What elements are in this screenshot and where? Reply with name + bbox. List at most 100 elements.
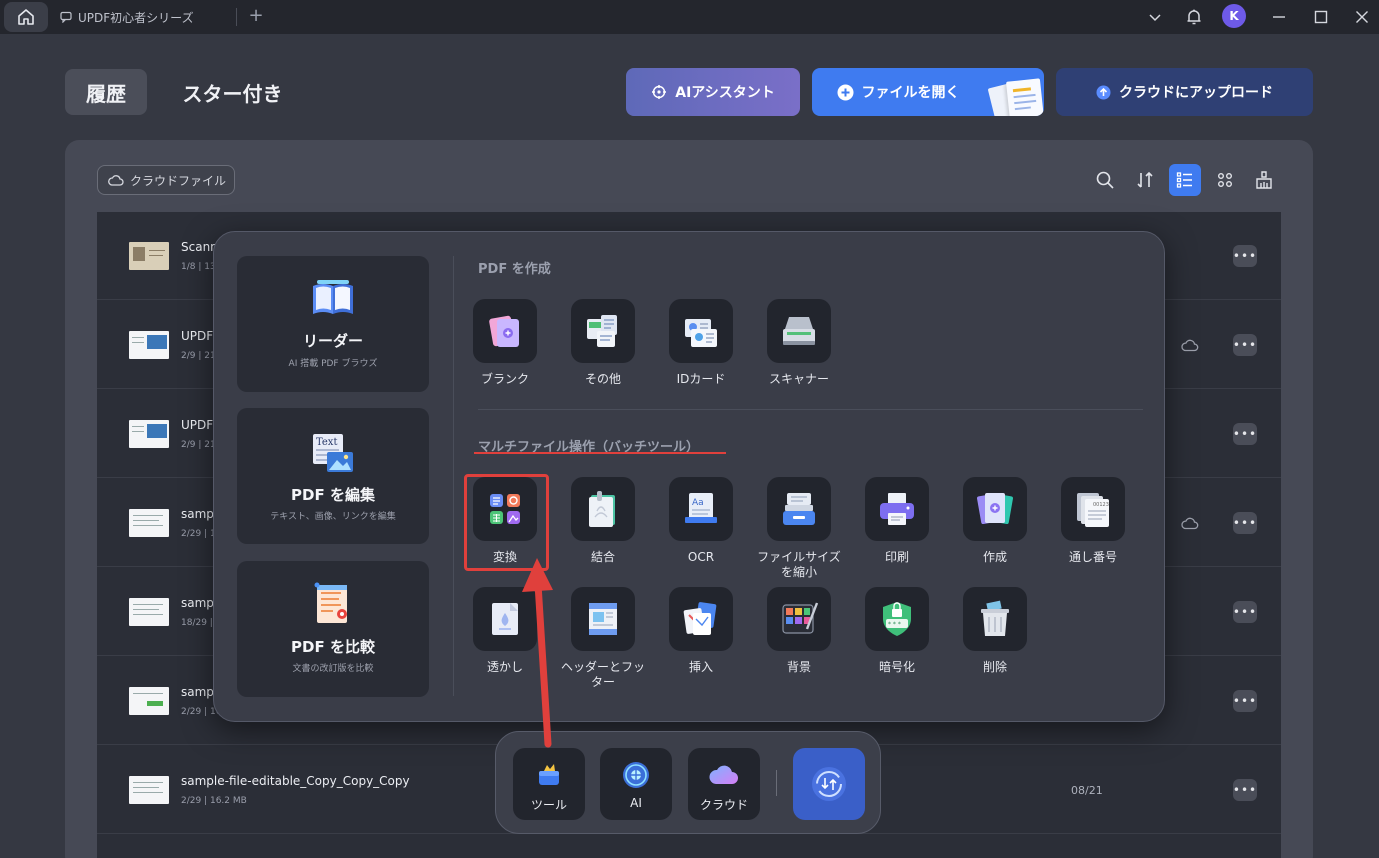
- reader-card[interactable]: リーダー AI 搭載 PDF ブラウズ: [237, 256, 429, 392]
- file-thumbnail: [129, 687, 169, 715]
- sync-dock-button[interactable]: [793, 748, 865, 820]
- cloud-dock-button[interactable]: クラウド: [688, 748, 760, 820]
- cloud-icon: [1181, 517, 1199, 530]
- header-footer-label: ヘッダーとフッター: [560, 660, 645, 689]
- background-tool[interactable]: [767, 587, 831, 651]
- more-button[interactable]: •••: [1233, 334, 1257, 356]
- scanner-label: スキャナー: [768, 372, 829, 386]
- header-footer-tool[interactable]: [571, 587, 635, 651]
- convert-highlight-box: [464, 474, 549, 571]
- file-meta: 2/29 | 16.2 MB: [181, 796, 247, 806]
- compress-label: ファイルサイズを縮小: [757, 550, 841, 579]
- other-label: その他: [584, 372, 621, 386]
- insert-tool[interactable]: [669, 587, 733, 651]
- tab-starred[interactable]: スター付き: [170, 69, 295, 115]
- create-pdf-section-title: PDF を作成: [478, 262, 551, 277]
- maximize-icon[interactable]: [1310, 6, 1332, 28]
- ai-assistant-label: AIアシスタント: [675, 85, 775, 101]
- file-name: sample-file-editable_Copy_Copy_Copy: [181, 774, 410, 788]
- file-thumbnail: [129, 331, 169, 359]
- cloud-files-filter[interactable]: クラウドファイル: [97, 165, 235, 195]
- other-tool[interactable]: [571, 299, 635, 363]
- ai-assistant-button[interactable]: AIアシスタント: [626, 68, 800, 116]
- more-button[interactable]: •••: [1233, 690, 1257, 712]
- cloud-icon: [108, 175, 124, 186]
- ocr-label: OCR: [687, 550, 715, 564]
- dock-separator: [776, 770, 777, 796]
- svg-text:00123: 00123: [1093, 502, 1109, 508]
- id-card-tool[interactable]: [669, 299, 733, 363]
- blank-tool[interactable]: [473, 299, 537, 363]
- svg-text:Aa: Aa: [692, 498, 704, 508]
- create-label: 作成: [982, 550, 1007, 564]
- header-footer-icon: [589, 603, 617, 635]
- watermark-tool[interactable]: [473, 587, 537, 651]
- encrypt-tool[interactable]: * * *: [865, 587, 929, 651]
- document-tab[interactable]: UPDF初心者シリーズ: [52, 2, 236, 32]
- encrypt-label: 暗号化: [878, 660, 915, 674]
- file-thumbnail: [129, 420, 169, 448]
- plus-circle-icon: [837, 84, 853, 100]
- grid-view-icon[interactable]: [1209, 164, 1241, 196]
- tools-dock-button[interactable]: ツール: [513, 748, 585, 820]
- ai-dock-label: AI: [630, 796, 642, 810]
- close-icon[interactable]: [1351, 6, 1373, 28]
- ai-icon: [652, 85, 667, 99]
- file-thumbnail: [129, 776, 169, 804]
- edit-pdf-title: PDF を編集: [291, 486, 375, 504]
- divider: [478, 409, 1143, 410]
- chevron-down-icon[interactable]: [1144, 6, 1166, 28]
- compress-tool[interactable]: [767, 477, 831, 541]
- bates-numbering-tool[interactable]: 00123: [1061, 477, 1125, 541]
- sort-icon[interactable]: [1129, 164, 1161, 196]
- file-meta: 2/9 | 21: [181, 440, 216, 450]
- watermark-icon: [492, 603, 518, 635]
- upload-icon: [1096, 85, 1111, 99]
- combine-tool[interactable]: [571, 477, 635, 541]
- print-tool[interactable]: [865, 477, 929, 541]
- tools-dock-label: ツール: [530, 798, 567, 812]
- scanner-tool[interactable]: [767, 299, 831, 363]
- bell-icon[interactable]: [1183, 6, 1205, 28]
- print-label: 印刷: [884, 550, 909, 564]
- avatar[interactable]: K: [1222, 4, 1246, 28]
- cloud-icon: [709, 765, 738, 784]
- cloud-icon: [1181, 339, 1199, 352]
- clean-icon[interactable]: [1248, 164, 1280, 196]
- edit-pdf-subtitle: テキスト、画像、リンクを編集: [270, 512, 396, 522]
- background-icon: [782, 602, 819, 634]
- document-sheet: [1006, 78, 1044, 116]
- file-name: UPDF: [181, 329, 214, 343]
- more-button[interactable]: •••: [1233, 601, 1257, 623]
- minimize-icon[interactable]: [1268, 6, 1290, 28]
- more-button[interactable]: •••: [1233, 779, 1257, 801]
- new-tab-button[interactable]: +: [246, 5, 266, 27]
- file-name: UPDF: [181, 418, 214, 432]
- id-card-icon: [685, 319, 717, 347]
- list-view-icon[interactable]: [1169, 164, 1201, 196]
- bates-numbering-label: 通し番号: [1068, 550, 1117, 564]
- tab-history[interactable]: 履歴: [65, 69, 147, 115]
- file-thumbnail: [129, 598, 169, 626]
- divider: [453, 256, 454, 696]
- open-file-button[interactable]: ファイルを開く: [812, 68, 1044, 116]
- sync-icon: [812, 767, 846, 801]
- reader-title: リーダー: [302, 332, 363, 350]
- more-button[interactable]: •••: [1233, 512, 1257, 534]
- combine-icon: [589, 491, 615, 527]
- more-button[interactable]: •••: [1233, 245, 1257, 267]
- ai-dock-button[interactable]: AI: [600, 748, 672, 820]
- delete-tool[interactable]: [963, 587, 1027, 651]
- edit-text-icon: Text: [313, 434, 353, 472]
- more-button[interactable]: •••: [1233, 423, 1257, 445]
- id-card-label: IDカード: [676, 372, 726, 386]
- ocr-tool[interactable]: Aa: [669, 477, 733, 541]
- cloud-upload-label: クラウドにアップロード: [1119, 85, 1273, 101]
- compare-pdf-card[interactable]: PDF を比較 文書の改訂版を比較: [237, 561, 429, 697]
- file-thumbnail: [129, 509, 169, 537]
- home-button[interactable]: [4, 2, 48, 32]
- create-tool[interactable]: [963, 477, 1027, 541]
- search-icon[interactable]: [1089, 164, 1121, 196]
- edit-pdf-card[interactable]: Text PDF を編集 テキスト、画像、リンクを編集: [237, 408, 429, 544]
- cloud-upload-button[interactable]: クラウドにアップロード: [1056, 68, 1313, 116]
